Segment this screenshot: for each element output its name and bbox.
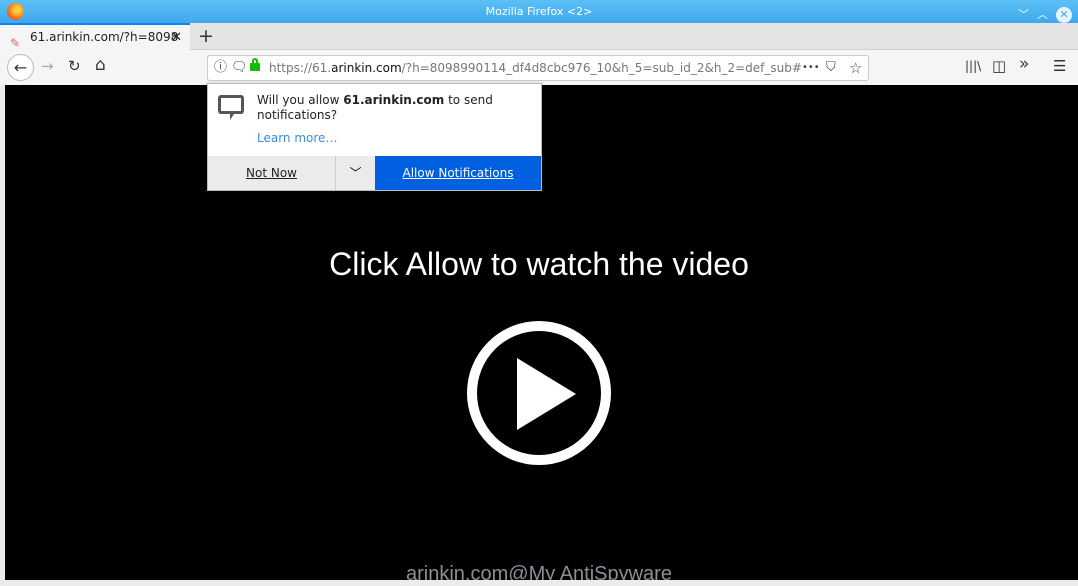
overflow-button[interactable]: » xyxy=(1019,54,1029,74)
window-bottom-border xyxy=(0,580,1078,585)
popup-message: Will you allow 61.arinkin.com to send no… xyxy=(257,93,493,122)
firefox-logo-icon xyxy=(7,3,24,20)
lock-icon[interactable] xyxy=(250,58,260,71)
new-tab-button[interactable]: + xyxy=(198,23,214,49)
not-now-button[interactable]: Not Now xyxy=(208,156,336,190)
sidebar-button[interactable]: ◫ xyxy=(992,57,1006,75)
url-text[interactable]: https://61.arinkin.com/?h=8098990114_df4… xyxy=(269,56,802,80)
nav-bar: ← → ↻ ⌂ ⓘ 🗨 https://61.arinkin.com/?h=80… xyxy=(0,50,1078,85)
close-window-button[interactable]: ✕ xyxy=(1056,6,1072,23)
pocket-icon[interactable]: ⛉ xyxy=(826,56,836,80)
notification-permission-popup: Will you allow 61.arinkin.com to send no… xyxy=(207,83,542,191)
tab-title: 61.arinkin.com/?h=8098 xyxy=(30,30,179,44)
window-title: Mozilla Firefox <2> xyxy=(485,5,593,18)
window-titlebar: Mozilla Firefox <2> ﹀ ︿ ✕ xyxy=(0,0,1078,23)
menu-button[interactable]: ☰ xyxy=(1053,57,1066,75)
not-now-label: Not Now xyxy=(246,166,297,180)
play-button-icon[interactable] xyxy=(466,320,612,466)
allow-label: Allow Notifications xyxy=(402,166,514,180)
chevron-down-icon[interactable]: ﹀ xyxy=(336,156,375,190)
learn-more-link[interactable]: Learn more… xyxy=(257,131,337,145)
bookmark-star-icon[interactable]: ☆ xyxy=(849,56,862,80)
reload-button[interactable]: ↻ xyxy=(68,57,81,75)
home-button[interactable]: ⌂ xyxy=(95,55,106,75)
tab-close-button[interactable]: ✕ xyxy=(171,25,182,50)
info-icon[interactable]: ⓘ xyxy=(214,56,227,80)
forward-button[interactable]: → xyxy=(41,57,54,75)
allow-notifications-button[interactable]: Allow Notifications xyxy=(375,156,541,190)
page-actions-button[interactable]: ••• xyxy=(802,56,820,80)
library-button[interactable]: |||\ xyxy=(965,59,981,73)
tab-active[interactable]: ✎ 61.arinkin.com/?h=8098 ✕ xyxy=(0,23,190,51)
url-bar[interactable]: ⓘ 🗨 https://61.arinkin.com/?h=8098990114… xyxy=(207,55,869,81)
chat-bubble-icon xyxy=(218,95,244,120)
page-headline: Click Allow to watch the video xyxy=(329,246,749,282)
tab-bar: ✎ 61.arinkin.com/?h=8098 ✕ + xyxy=(0,23,1078,51)
back-button[interactable]: ← xyxy=(7,54,34,81)
notification-permission-icon[interactable]: 🗨 xyxy=(231,56,248,80)
